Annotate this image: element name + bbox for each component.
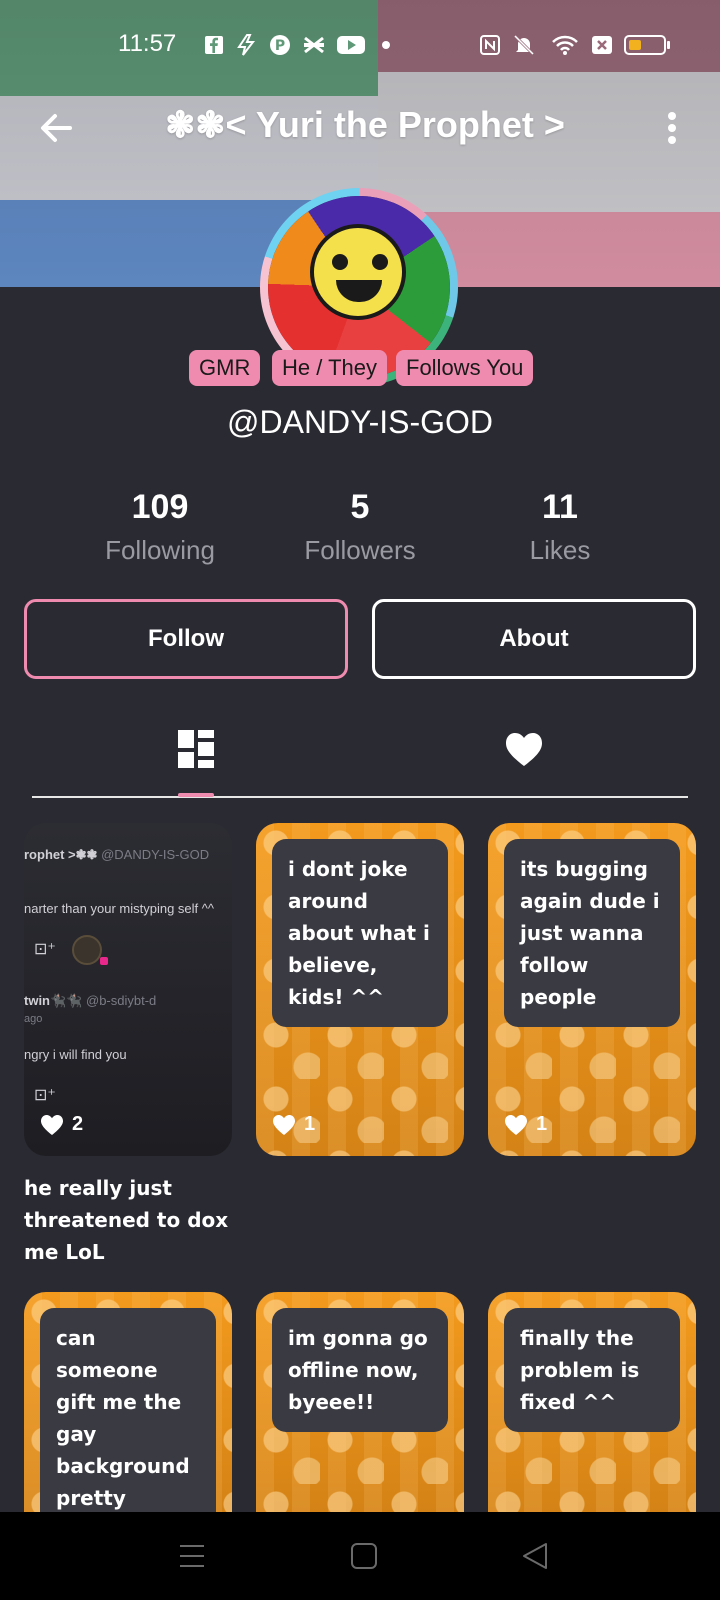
heart-icon — [506, 733, 542, 766]
avatar — [72, 935, 102, 965]
badge-gmr: GMR — [189, 350, 261, 386]
badge-pronouns: He / They — [272, 350, 387, 386]
stat-followers[interactable]: 5 Followers — [260, 488, 460, 566]
post-card[interactable]: finally the problem is fixed ^^ — [488, 1292, 696, 1512]
dot-icon — [380, 34, 392, 56]
like-count-value: 1 — [536, 1113, 548, 1135]
tab-likes[interactable] — [494, 726, 554, 772]
bolt-icon — [234, 34, 258, 56]
active-tab-indicator — [178, 793, 214, 797]
stat-followers-count: 5 — [350, 488, 370, 526]
home-button[interactable] — [344, 1540, 384, 1572]
post-text: im gonna go offline now, byeee!! — [272, 1308, 448, 1432]
post-user-handle: @b-sdiybt-d — [86, 993, 157, 1008]
status-time: 11:57 — [118, 30, 177, 57]
battery-icon — [624, 35, 666, 55]
post-card[interactable]: i dont joke around about what i believe,… — [256, 823, 464, 1156]
stat-likes: 11 Likes — [460, 488, 660, 566]
stat-likes-count: 11 — [542, 488, 578, 526]
heart-icon — [273, 1114, 295, 1135]
reply-icon: ⊡⁺ — [34, 1087, 56, 1104]
tab-divider — [32, 796, 688, 798]
square-icon — [351, 1543, 377, 1569]
username-handle: @DANDY-IS-GOD — [227, 404, 493, 440]
post-card[interactable]: im gonna go offline now, byeee!! — [256, 1292, 464, 1512]
pinterest-icon: P — [268, 34, 292, 56]
post-text: can someone gift me the gay background p… — [40, 1308, 216, 1512]
stat-following-label: Following — [105, 535, 215, 565]
youtube-icon — [336, 34, 366, 56]
stat-followers-label: Followers — [304, 535, 416, 565]
stat-following-count: 109 — [131, 488, 189, 526]
like-count[interactable]: 1 — [272, 1113, 315, 1136]
post-text: its bugging again dude i just wanna foll… — [504, 839, 680, 1027]
post-time: ago — [24, 1013, 43, 1025]
reply-icon: ⊡⁺ — [34, 941, 56, 958]
facebook-icon — [202, 34, 226, 56]
post-caption: he really just threatened to dox me LoL — [24, 1176, 229, 1264]
post-card[interactable]: rophet >❃❃ @DANDY-IS-GOD narter than you… — [24, 823, 232, 1156]
post-text: i dont joke around about what i believe,… — [272, 839, 448, 1027]
mute-icon — [512, 34, 536, 56]
post-message: ngry i will find you — [24, 1047, 127, 1062]
svg-text:P: P — [275, 38, 285, 54]
capcut-icon — [302, 34, 326, 56]
wifi-icon — [550, 34, 580, 56]
post-card[interactable]: can someone gift me the gay background p… — [24, 1292, 232, 1512]
stat-likes-label: Likes — [529, 535, 591, 565]
follow-button[interactable]: Follow — [24, 599, 348, 679]
system-nav-bar — [0, 1512, 720, 1600]
tab-posts[interactable] — [166, 726, 226, 772]
like-count-value: 1 — [304, 1113, 316, 1135]
like-count-value: 2 — [72, 1113, 84, 1135]
like-count[interactable]: 2 — [40, 1113, 83, 1136]
back-button[interactable] — [36, 108, 76, 148]
post-text: finally the problem is fixed ^^ — [504, 1308, 680, 1432]
post-message: narter than your mistyping self ^^ — [24, 901, 214, 916]
badge-follows-you: Follows You — [396, 350, 534, 386]
post-user: rophet >❃❃ — [24, 847, 98, 862]
recents-button[interactable] — [172, 1540, 212, 1572]
post-user: twin🐈‍⬛🐈‍⬛ — [24, 993, 83, 1008]
post-user-handle: @DANDY-IS-GOD — [101, 847, 210, 862]
like-count[interactable]: 1 — [504, 1113, 547, 1136]
menu-lines-icon — [180, 1545, 204, 1567]
more-options-button[interactable] — [660, 108, 684, 148]
more-vert-icon — [668, 112, 676, 120]
page-title: ❃❃< Yuri the Prophet > — [165, 104, 565, 145]
nfc-icon — [478, 34, 502, 56]
status-bar: 11:57 P — [0, 24, 720, 68]
heart-icon — [41, 1114, 63, 1135]
post-card[interactable]: its bugging again dude i just wanna foll… — [488, 823, 696, 1156]
top-app-bar: ❃❃< Yuri the Prophet > — [0, 102, 720, 158]
arrow-left-icon — [41, 114, 72, 142]
heart-icon — [505, 1114, 527, 1135]
triangle-back-icon — [523, 1543, 547, 1569]
status-badge — [100, 957, 108, 965]
stat-following[interactable]: 109 Following — [60, 488, 260, 566]
grid-icon — [178, 730, 214, 768]
about-button[interactable]: About — [372, 599, 696, 679]
sim-x-icon — [590, 34, 614, 56]
back-nav-button[interactable] — [516, 1540, 556, 1572]
